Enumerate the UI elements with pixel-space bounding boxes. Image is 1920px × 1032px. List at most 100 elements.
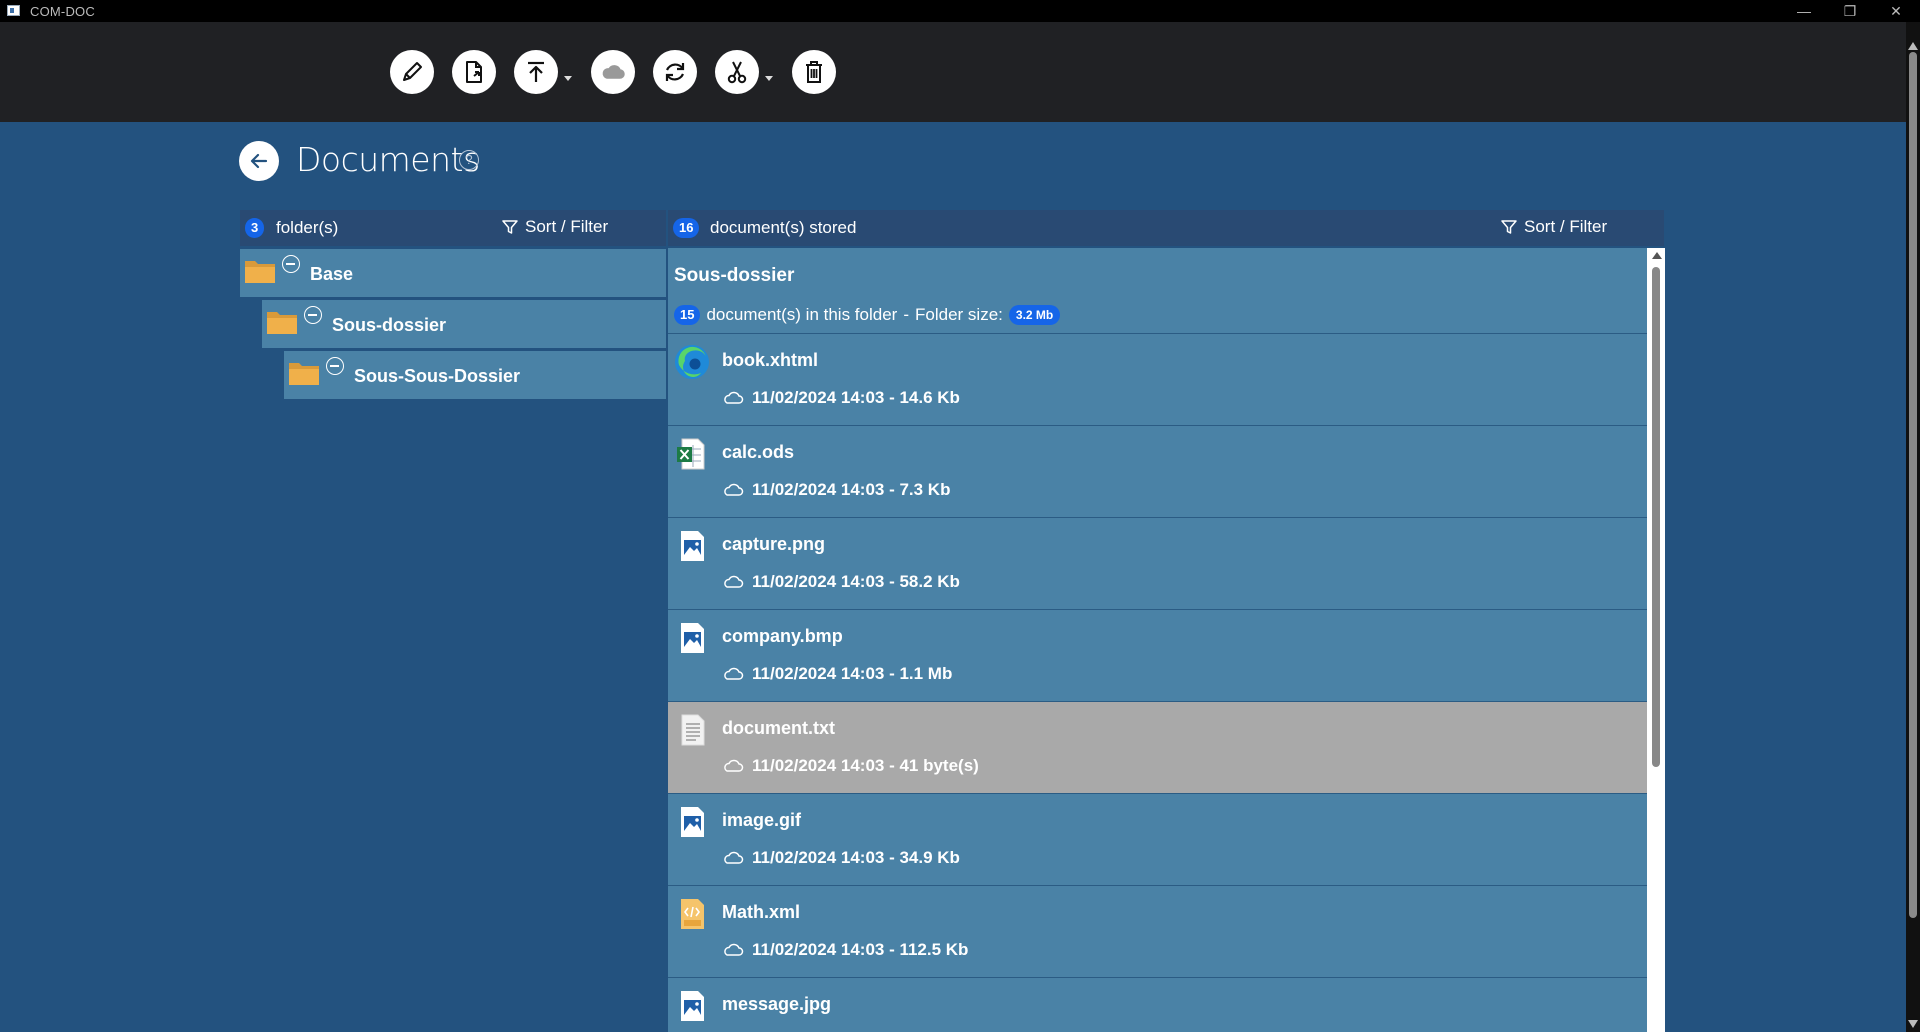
image-file-icon [681,623,704,653]
pencil-icon [403,62,422,81]
document-row[interactable]: calc.ods 11/02/2024 14:03 - 7.3 Kb [668,426,1647,518]
image-file-icon [681,531,704,561]
window-scrollbar[interactable] [1906,22,1920,1032]
document-row[interactable]: book.xhtml 11/02/2024 14:03 - 14.6 Kb [668,334,1647,426]
documents-sort-filter-button[interactable]: Sort / Filter [1500,217,1607,237]
filter-icon [502,220,518,234]
document-meta: 11/02/2024 14:03 - 41 byte(s) [722,756,979,776]
cloud-icon [722,574,744,590]
collapse-icon[interactable] [326,357,344,375]
spreadsheet-icon [677,438,705,470]
cloud-icon [722,666,744,682]
separator: - [903,305,910,324]
minimize-button[interactable]: — [1784,0,1824,22]
arrow-left-icon [250,153,268,169]
scrollbar-thumb[interactable] [1909,52,1917,918]
folder-icon [245,261,275,283]
current-folder-info: Sous-dossier 15 document(s) in this fold… [668,248,1647,334]
folder-item-sous-dossier[interactable]: Sous-dossier [262,300,666,348]
document-meta: 11/02/2024 14:03 - 34.9 Kb [722,848,960,868]
toolbar [0,22,1906,122]
cloud-icon [602,65,625,79]
export-document-button[interactable] [452,50,496,94]
collapse-icon[interactable] [282,255,300,273]
help-icon[interactable]: ? [459,150,479,170]
document-row-selected[interactable]: document.txt 11/02/2024 14:03 - 41 byte(… [668,702,1647,794]
cloud-icon [722,942,744,958]
documents-panel-header: 16 document(s) stored Sort / Filter [668,210,1664,246]
document-row[interactable]: company.bmp 11/02/2024 14:03 - 1.1 Mb [668,610,1647,702]
trash-icon [806,61,822,83]
folder-doc-label: document(s) in this folder [706,305,898,324]
document-date-size: 11/02/2024 14:03 - 112.5 Kb [752,940,969,959]
current-folder-meta: 15 document(s) in this folder - Folder s… [674,305,1061,325]
scroll-down-icon[interactable] [1908,1020,1918,1028]
scroll-up-icon[interactable] [1652,252,1662,259]
edge-browser-icon [675,345,709,379]
document-name: calc.ods [722,442,795,462]
document-export-icon [466,61,482,83]
cloud-icon [722,390,744,406]
text-file-icon [681,714,705,746]
folder-icon [267,312,297,334]
folder-icon [289,363,319,385]
cut-dropdown-caret[interactable] [765,76,773,81]
document-row[interactable]: capture.png 11/02/2024 14:03 - 58.2 Kb [668,518,1647,610]
page-title: Documents [296,140,480,179]
documents-sort-filter-label: Sort / Filter [1524,217,1608,236]
collapse-icon[interactable] [304,306,322,324]
document-row[interactable]: message.jpg [668,978,1647,1032]
app-icon [7,5,20,16]
cloud-icon [722,758,744,774]
folder-name: Sous-dossier [332,315,447,335]
folder-doc-count-badge: 15 [674,305,701,325]
window-title: COM-DOC [30,4,95,19]
document-row[interactable]: Math.xml 11/02/2024 14:03 - 112.5 Kb [668,886,1647,978]
document-name: company.bmp [722,626,843,646]
folders-label: folder(s) [276,218,339,237]
upload-icon [528,61,544,82]
cloud-icon [722,850,744,866]
scroll-up-icon[interactable] [1908,42,1918,50]
folder-item-base[interactable]: Base [240,249,666,297]
image-file-icon [681,991,704,1021]
document-name: document.txt [722,718,836,738]
document-name: image.gif [722,810,802,830]
folders-sort-filter-button[interactable]: Sort / Filter [501,217,608,237]
folder-name: Base [310,264,354,284]
document-meta: 11/02/2024 14:03 - 1.1 Mb [722,664,952,684]
document-name: message.jpg [722,994,832,1014]
document-row[interactable]: image.gif 11/02/2024 14:03 - 34.9 Kb [668,794,1647,886]
document-name: Math.xml [722,902,801,922]
documents-scrollbar[interactable] [1647,248,1665,1032]
document-name: capture.png [722,534,826,554]
delete-button[interactable] [792,50,836,94]
documents-label: document(s) stored [710,218,857,237]
documents-list: Sous-dossier 15 document(s) in this fold… [668,248,1647,1032]
upload-button[interactable] [514,50,558,94]
close-button[interactable]: ✕ [1876,0,1916,22]
cloud-icon [722,482,744,498]
edit-button[interactable] [390,50,434,94]
document-date-size: 11/02/2024 14:03 - 34.9 Kb [752,848,960,867]
document-date-size: 11/02/2024 14:03 - 41 byte(s) [752,756,979,775]
back-button[interactable] [239,141,279,181]
restore-button[interactable]: ❐ [1830,0,1870,22]
folders-panel-header: 3 folder(s) Sort / Filter [240,210,666,246]
folder-size-badge: 3.2 Mb [1008,305,1061,325]
refresh-button[interactable] [653,50,697,94]
document-meta: 11/02/2024 14:03 - 58.2 Kb [722,572,960,592]
document-date-size: 11/02/2024 14:03 - 1.1 Mb [752,664,953,683]
folder-size-label: Folder size: [915,305,1003,324]
document-meta: 11/02/2024 14:03 - 7.3 Kb [722,480,950,500]
cut-button[interactable] [715,50,759,94]
refresh-icon [665,63,685,81]
document-date-size: 11/02/2024 14:03 - 14.6 Kb [752,388,960,407]
scrollbar-thumb[interactable] [1652,267,1660,767]
folder-item-sous-sous-dossier[interactable]: Sous-Sous-Dossier [284,351,666,399]
document-name: book.xhtml [722,350,819,370]
document-meta: 11/02/2024 14:03 - 112.5 Kb [722,940,968,960]
image-file-icon [681,807,704,837]
upload-dropdown-caret[interactable] [564,76,572,81]
cloud-button[interactable] [591,50,635,94]
